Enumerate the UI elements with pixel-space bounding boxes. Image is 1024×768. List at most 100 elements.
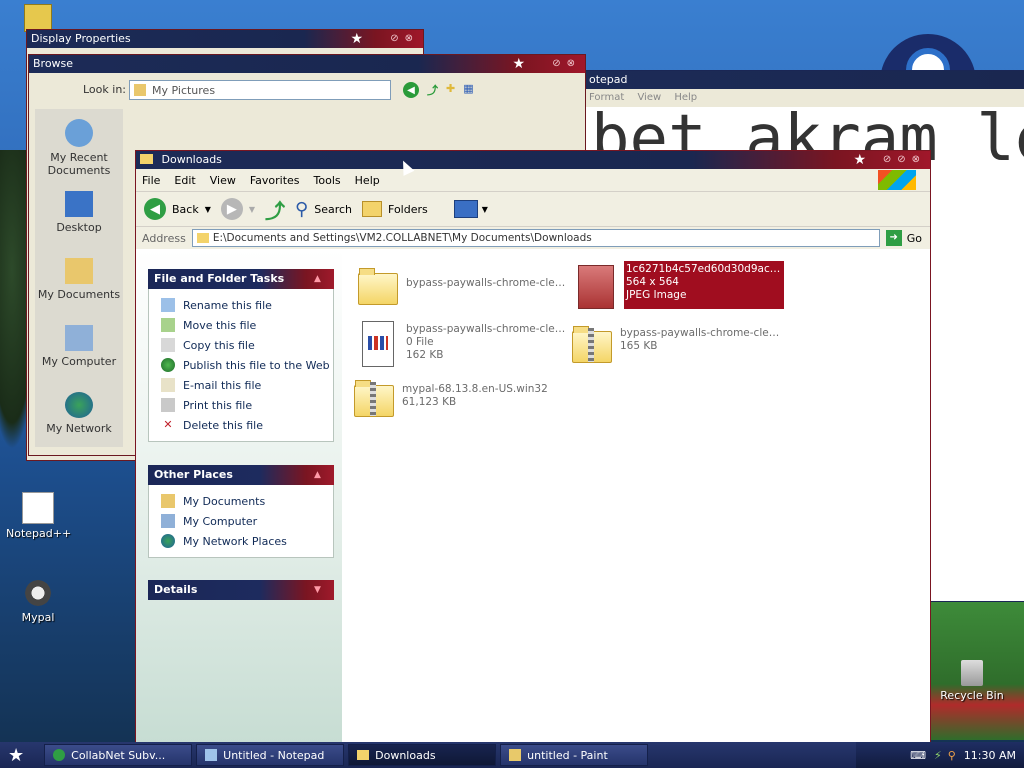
print-icon (161, 398, 175, 412)
back-arrow-icon: ◀ (144, 198, 166, 220)
start-button[interactable]: ★ (8, 745, 24, 766)
task-email[interactable]: E-mail this file (161, 375, 333, 395)
taskbar-button[interactable]: untitled - Paint (500, 744, 649, 766)
taskbar-button[interactable]: Untitled - Notepad (196, 744, 345, 766)
go-button[interactable]: ➜ Go (885, 230, 922, 246)
folders-button[interactable]: Folders (362, 201, 428, 217)
delete-icon: ✕ (163, 418, 173, 431)
look-in-select[interactable]: My Pictures (129, 80, 391, 100)
place-recent[interactable]: My Recent Documents (35, 119, 123, 177)
views-button[interactable]: ▼ (453, 200, 488, 218)
paint-icon (509, 749, 522, 761)
star-decoration: ★ (512, 56, 525, 72)
display-properties-titlebar[interactable]: Display Properties ★ ⊘⊗ (27, 30, 423, 48)
back-button[interactable]: ◀ Back ▼ (144, 198, 211, 220)
up-folder-icon[interactable]: ⤴ (427, 82, 438, 98)
task-delete[interactable]: ✕ Delete this file (161, 415, 333, 435)
keyboard-icon[interactable]: ⌨ (910, 749, 926, 762)
menu-favorites[interactable]: Favorites (250, 174, 300, 187)
taskbar-button[interactable]: CollabNet Subv... (44, 744, 193, 766)
taskbar-button-active[interactable]: Downloads (348, 744, 497, 766)
place-my-network-link[interactable]: My Network Places (161, 531, 333, 551)
my-documents-icon (161, 494, 175, 508)
taskbar-label: untitled - Paint (527, 748, 608, 762)
desktop-icon-recycle-bin[interactable]: Recycle Bin (940, 660, 1004, 702)
other-places-header[interactable]: Other Places ▲ (148, 465, 334, 485)
desktop-icon-mypal[interactable]: Mypal (6, 578, 70, 624)
panel-title: Details (154, 583, 198, 596)
file-size: 162 KB (406, 349, 444, 361)
place-desktop[interactable]: Desktop (35, 191, 123, 234)
downloads-window[interactable]: Downloads ★ ⊘⊘⊗ File Edit View Favorites… (135, 150, 931, 744)
desktop-icon-notepadpp[interactable]: Notepad++ (6, 492, 72, 540)
details-panel: Details ▼ (148, 580, 334, 600)
folders-label: Folders (388, 202, 428, 216)
task-rename[interactable]: Rename this file (161, 295, 333, 315)
place-my-computer-link[interactable]: My Computer (161, 511, 333, 531)
explorer-menubar: File Edit View Favorites Tools Help (136, 169, 930, 192)
task-label: Copy this file (183, 338, 255, 352)
browse-places-bar: My Recent Documents Desktop My Documents… (35, 109, 123, 447)
file-item[interactable]: bypass-paywalls-chrome-clea... 0 File 16… (354, 319, 566, 367)
window-controls[interactable]: ⊘⊗ (552, 55, 581, 73)
place-my-computer[interactable]: My Computer (35, 325, 123, 368)
file-item[interactable]: bypass-paywalls-chrome-clea... 165 KB (568, 319, 780, 367)
menu-view[interactable]: View (210, 174, 236, 187)
menu-edit[interactable]: Edit (174, 174, 195, 187)
desktop-icon-label: Mypal (21, 611, 55, 624)
task-copy[interactable]: Copy this file (161, 335, 333, 355)
clock[interactable]: 11:30 AM (964, 749, 1016, 762)
collapse-icon[interactable]: ▲ (314, 465, 328, 485)
back-icon[interactable]: ◀ (403, 82, 419, 98)
address-field[interactable]: E:\Documents and Settings\VM2.COLLABNET\… (191, 229, 880, 247)
network-icon[interactable]: ⚡ (934, 749, 942, 762)
menu-tools[interactable]: Tools (314, 174, 341, 187)
browse-titlebar[interactable]: Browse ★ ⊘⊗ (29, 55, 585, 73)
task-print[interactable]: Print this file (161, 395, 333, 415)
place-my-documents-link[interactable]: My Documents (161, 491, 333, 511)
windows-logo-icon (878, 170, 916, 190)
my-computer-icon (161, 514, 175, 528)
new-folder-icon[interactable]: ✚ (446, 82, 455, 98)
collapse-icon[interactable]: ▲ (314, 269, 328, 289)
view-menu-icon[interactable]: ▦ (463, 82, 473, 98)
zip-folder-icon (350, 373, 398, 421)
task-publish[interactable]: Publish this file to the Web (161, 355, 333, 375)
menu-file[interactable]: File (142, 174, 160, 187)
search-button[interactable]: ⚲ Search (295, 199, 352, 220)
menu-help[interactable]: Help (355, 174, 380, 187)
expand-icon[interactable]: ▼ (314, 580, 328, 600)
window-controls[interactable]: ⊘⊘⊗ (883, 151, 926, 169)
file-folder-tasks-list: Rename this file Move this file Copy thi… (148, 289, 334, 442)
downloads-titlebar[interactable]: Downloads ★ ⊘⊘⊗ (136, 151, 930, 169)
display-properties-title: Display Properties (31, 32, 131, 45)
browse-title: Browse (33, 57, 74, 70)
place-my-network[interactable]: My Network (35, 392, 123, 435)
forward-button[interactable]: ▶ ▼ (220, 198, 255, 220)
search-tray-icon[interactable]: ⚲ (948, 749, 956, 762)
place-label: My Documents (183, 494, 266, 508)
file-item-selected[interactable]: 1c6271b4c57ed60d30d9ac93... 564 x 564 JP… (572, 261, 784, 309)
zip-folder-icon (568, 319, 616, 367)
explorer-toolbar: ◀ Back ▼ ▶ ▼ ⤴ ⚲ Search Folders ▼ (136, 192, 930, 227)
place-my-documents[interactable]: My Documents (35, 258, 123, 301)
file-item[interactable]: bypass-paywalls-chrome-clea... (354, 261, 566, 309)
globe-icon (161, 358, 175, 372)
details-header[interactable]: Details ▼ (148, 580, 334, 600)
look-in-value: My Pictures (152, 83, 216, 97)
address-label: Address (142, 231, 186, 245)
notepad-titlebar[interactable]: otepad (585, 71, 1024, 89)
folder-icon (196, 233, 209, 243)
desktop-icon-label: Notepad++ (6, 527, 72, 540)
file-item[interactable]: mypal-68.13.8.en-US.win32 61,123 KB (350, 373, 562, 421)
my-computer-icon (65, 325, 93, 351)
task-move[interactable]: Move this file (161, 315, 333, 335)
task-label: Print this file (183, 398, 253, 412)
task-label: E-mail this file (183, 378, 262, 392)
file-folder-tasks-header[interactable]: File and Folder Tasks ▲ (148, 269, 334, 289)
recycle-bin-icon (961, 660, 983, 686)
desktop-icon-top[interactable] (24, 4, 52, 32)
window-controls[interactable]: ⊘⊗ (390, 30, 419, 48)
up-button[interactable]: ⤴ (265, 195, 285, 224)
task-pane: File and Folder Tasks ▲ Rename this file… (136, 249, 342, 743)
